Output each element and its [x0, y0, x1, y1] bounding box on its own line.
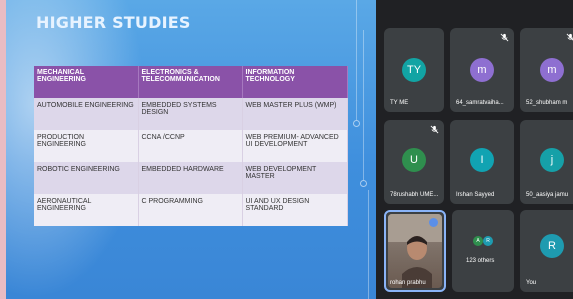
- table-header-row: MECHANICAL ENGINEERING ELECTRONICS & TEL…: [34, 66, 348, 98]
- table-cell: WEB DEVELOPMENT MASTER: [242, 162, 348, 194]
- participant-avatar: j: [540, 148, 564, 172]
- participant-name: 78rushabh UME...: [390, 192, 439, 198]
- participant-avatar: m: [540, 58, 564, 82]
- others-avatar: A: [473, 236, 483, 246]
- self-tile[interactable]: R You: [520, 210, 573, 292]
- table-row: ROBOTIC ENGINEERING EMBEDDED HARDWARE WE…: [34, 162, 348, 194]
- participant-tile[interactable]: m 52_shubham m: [520, 28, 573, 112]
- slide-decoration-line: [368, 190, 369, 299]
- table-row: AUTOMOBILE ENGINEERING EMBEDDED SYSTEMS …: [34, 98, 348, 130]
- participant-tile[interactable]: U 78rushabh UME...: [384, 120, 444, 204]
- slide-decoration-dot: [353, 120, 360, 127]
- shared-slide: HIGHER STUDIES MECHANICAL ENGINEERING EL…: [6, 0, 376, 299]
- participant-tile[interactable]: j 50_aasiya jamu: [520, 120, 573, 204]
- table-cell: EMBEDDED HARDWARE: [138, 162, 243, 194]
- table-cell: EMBEDDED SYSTEMS DESIGN: [138, 98, 243, 130]
- slide-decoration-line: [356, 0, 357, 120]
- table-row: PRODUCTION ENGINEERING CCNA /CCNP WEB PR…: [34, 130, 348, 162]
- participant-name: Irshan Sayyed: [456, 192, 495, 198]
- participant-tile[interactable]: I Irshan Sayyed: [450, 120, 514, 204]
- higher-studies-table: MECHANICAL ENGINEERING ELECTRONICS & TEL…: [34, 66, 348, 226]
- table-cell: WEB PREMIUM- ADVANCED UI DEVELOPMENT: [242, 130, 348, 162]
- participant-avatar: R: [540, 234, 564, 258]
- slide-title: HIGHER STUDIES: [36, 13, 191, 32]
- participants-grid: TY TY ME m 64_samratvaiha... m 52_shubha…: [376, 0, 573, 299]
- participant-name: 52_shubham m: [526, 100, 568, 106]
- slide-decoration-dot: [360, 180, 367, 187]
- meeting-window: HIGHER STUDIES MECHANICAL ENGINEERING EL…: [0, 0, 573, 299]
- table-row: AERONAUTICAL ENGINEERING C PROGRAMMING U…: [34, 194, 348, 226]
- participant-avatar: TY: [402, 58, 426, 82]
- others-count: 123 others: [466, 258, 495, 264]
- column-header: MECHANICAL ENGINEERING: [34, 66, 139, 98]
- participant-name: You: [526, 280, 537, 286]
- others-tile[interactable]: A R 123 others: [452, 210, 514, 292]
- table-cell: AUTOMOBILE ENGINEERING: [34, 98, 139, 130]
- column-header: INFORMATION TECHNOLOGY: [242, 66, 348, 98]
- participant-name: 50_aasiya jamu: [526, 192, 569, 198]
- table-cell: ROBOTIC ENGINEERING: [34, 162, 139, 194]
- others-avatar: R: [483, 236, 493, 246]
- participant-name: rohan prabhu: [390, 280, 426, 286]
- participant-avatar: m: [470, 58, 494, 82]
- mic-off-icon: [500, 33, 509, 42]
- table-cell: PRODUCTION ENGINEERING: [34, 130, 139, 162]
- mic-off-icon: [566, 33, 573, 41]
- slide-decoration-line: [363, 30, 364, 180]
- table-cell: WEB MASTER PLUS (WMP): [242, 98, 348, 130]
- participant-avatar: U: [402, 148, 426, 172]
- table-cell: CCNA /CCNP: [138, 130, 243, 162]
- table-cell: C PROGRAMMING: [138, 194, 243, 226]
- table-cell: AERONAUTICAL ENGINEERING: [34, 194, 139, 226]
- mic-off-icon: [430, 125, 439, 134]
- participant-tile[interactable]: TY TY ME: [384, 28, 444, 112]
- participant-name: TY ME: [390, 100, 409, 106]
- participant-avatar: I: [470, 148, 494, 172]
- participant-tile[interactable]: m 64_samratvaiha...: [450, 28, 514, 112]
- speaking-indicator-icon: [429, 218, 438, 227]
- table-cell: UI AND UX DESIGN STANDARD: [242, 194, 348, 226]
- column-header: ELECTRONICS & TELECOMMUNICATION: [138, 66, 243, 98]
- participant-name: 64_samratvaiha...: [456, 100, 504, 106]
- participant-tile-video[interactable]: rohan prabhu: [384, 210, 446, 292]
